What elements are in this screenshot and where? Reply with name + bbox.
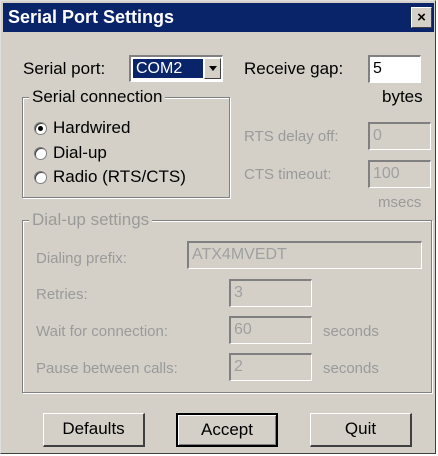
cts-timeout-label: CTS timeout:	[244, 166, 332, 183]
radio-label: Radio (RTS/CTS)	[53, 167, 186, 186]
chevron-down-icon[interactable]	[204, 58, 221, 79]
dialup-settings-legend: Dial-up settings	[29, 210, 153, 230]
serial-port-value: COM2	[133, 59, 203, 78]
cts-timeout-input[interactable]: 100	[368, 160, 431, 188]
serial-port-label: Serial port:	[23, 59, 106, 78]
wait-for-connection-input[interactable]: 60	[229, 316, 312, 344]
quit-button[interactable]: Quit	[310, 413, 412, 447]
title-bar[interactable]: Serial Port Settings ×	[3, 3, 434, 32]
retries-label: Retries:	[36, 286, 88, 303]
radio-label: Dial-up	[53, 143, 107, 162]
rts-delay-off-label: RTS delay off:	[244, 128, 339, 145]
pause-between-calls-unit: seconds	[323, 360, 379, 377]
close-button[interactable]: ×	[411, 7, 432, 28]
radio-button[interactable]	[34, 171, 47, 184]
accept-button[interactable]: Accept	[176, 413, 278, 447]
dialing-prefix-input[interactable]: ATX4MVEDT	[187, 241, 422, 269]
dialing-prefix-label: Dialing prefix:	[36, 250, 127, 267]
wait-for-connection-unit: seconds	[323, 323, 379, 340]
retries-input[interactable]: 3	[229, 279, 312, 307]
serial-port-settings-dialog: Serial Port Settings × Serial port: COM2…	[0, 0, 436, 454]
serial-port-select[interactable]: COM2	[129, 55, 223, 82]
pause-between-calls-input[interactable]: 2	[229, 353, 312, 381]
rts-delay-off-input[interactable]: 0	[368, 122, 431, 150]
close-icon: ×	[417, 9, 426, 26]
serial-connection-legend: Serial connection	[29, 87, 166, 107]
dialog-title: Serial Port Settings	[8, 7, 175, 27]
cts-timeout-unit: msecs	[378, 194, 422, 211]
pause-between-calls-label: Pause between calls:	[36, 360, 178, 377]
radio-label: Hardwired	[53, 118, 131, 137]
defaults-button[interactable]: Defaults	[43, 413, 145, 447]
receive-gap-unit: bytes	[382, 87, 423, 106]
radio-button[interactable]	[34, 122, 47, 135]
receive-gap-input[interactable]: 5	[368, 55, 421, 83]
radio-button[interactable]	[34, 147, 47, 160]
receive-gap-label: Receive gap:	[244, 59, 344, 78]
wait-for-connection-label: Wait for connection:	[36, 323, 169, 340]
